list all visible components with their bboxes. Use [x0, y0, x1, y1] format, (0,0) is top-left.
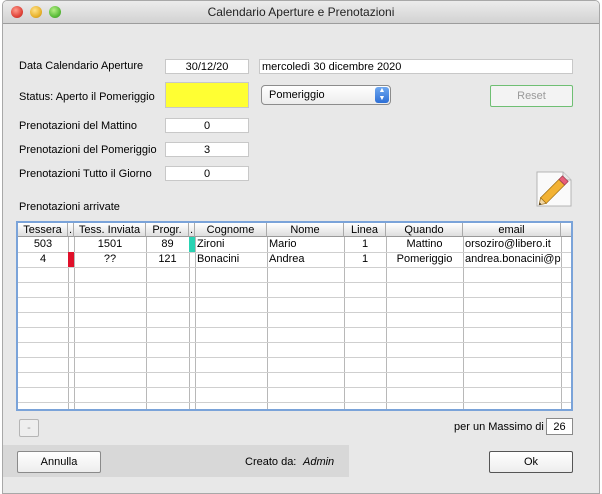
table-row[interactable]: 4 ?? 121 Bonacini Andrea 1 Pomeriggio an… — [18, 252, 571, 267]
small-action-button[interactable]: - — [19, 419, 39, 437]
grid-line — [18, 357, 571, 358]
cell-linea: 1 — [361, 253, 369, 265]
grid-line — [18, 282, 571, 283]
cell-cognome: Bonacini — [197, 253, 240, 265]
col-header-email[interactable]: email — [463, 223, 561, 237]
cell-tessera: 4 — [39, 253, 47, 265]
cell-linea: 1 — [361, 238, 369, 250]
title-bar[interactable]: Calendario Aperture e Prenotazioni — [3, 1, 599, 24]
bookings-table[interactable]: Tessera . Tess. Inviata Progr. . Cognome… — [16, 221, 573, 411]
window-title: Calendario Aperture e Prenotazioni — [207, 5, 395, 19]
period-select-value: Pomeriggio — [269, 89, 325, 101]
col-header-quando[interactable]: Quando — [386, 223, 463, 237]
cell-email: orsoziro@libero.it — [465, 238, 551, 250]
date-field[interactable]: 30/12/20 — [165, 59, 249, 74]
afternoon-label: Prenotazioni del Pomeriggio — [19, 144, 157, 156]
date-label: Data Calendario Aperture — [19, 60, 144, 72]
col-header-nome[interactable]: Nome — [267, 223, 344, 237]
grid-line — [18, 297, 571, 298]
max-field[interactable]: 26 — [546, 418, 573, 435]
cell-quando: Mattino — [406, 238, 443, 250]
col-header-filler — [561, 223, 571, 237]
date-long-field: mercoledì 30 dicembre 2020 — [259, 59, 573, 74]
period-select[interactable]: Pomeriggio ▲ ▼ — [261, 85, 391, 105]
arrived-label: Prenotazioni arrivate — [19, 201, 120, 213]
col-header-inviata[interactable]: Tess. Inviata — [74, 223, 146, 237]
col-header-cognome[interactable]: Cognome — [195, 223, 267, 237]
cell-quando: Pomeriggio — [396, 253, 453, 265]
grid-line — [18, 312, 571, 313]
select-arrows-icon: ▲ ▼ — [375, 87, 389, 103]
status-color-swatch — [165, 82, 249, 108]
cell-cognome: Zironi — [197, 238, 225, 250]
cell-inviata: 1501 — [97, 238, 123, 250]
morning-label: Prenotazioni del Mattino — [19, 120, 138, 132]
allday-label: Prenotazioni Tutto il Giorno — [19, 168, 152, 180]
cell-nome: Mario — [269, 238, 297, 250]
cell-nome: Andrea — [269, 253, 305, 265]
cell-tessera: 503 — [33, 238, 53, 250]
col-header-progr[interactable]: Progr. — [146, 223, 189, 237]
status-label: Status: Aperto il Pomeriggio — [19, 91, 155, 103]
cell-email: andrea.bonacini@pc — [465, 253, 561, 265]
grid-line — [18, 267, 571, 268]
col-header-linea[interactable]: Linea — [344, 223, 386, 237]
edit-pencil-icon[interactable] — [533, 168, 575, 210]
allday-count-field[interactable]: 0 — [165, 166, 249, 181]
created-by-label: Creato da: — [245, 456, 297, 468]
max-label: per un Massimo di — [454, 421, 544, 433]
morning-count-field[interactable]: 0 — [165, 118, 249, 133]
reset-button[interactable]: Reset — [490, 85, 573, 107]
cancel-button[interactable]: Annulla — [17, 451, 101, 473]
col-header-tessera[interactable]: Tessera — [18, 223, 68, 237]
created-by-value: Admin — [303, 456, 335, 468]
main-window: Calendario Aperture e Prenotazioni Data … — [2, 0, 600, 494]
cell-inviata: ?? — [103, 253, 117, 265]
table-row[interactable]: 503 1501 89 Zironi Mario 1 Mattino orsoz… — [18, 237, 571, 252]
grid-line — [18, 327, 571, 328]
grid-line — [18, 387, 571, 388]
grid-line — [18, 372, 571, 373]
grid-line — [18, 402, 571, 403]
cell-progr: 121 — [158, 253, 177, 265]
ok-button[interactable]: Ok — [489, 451, 573, 473]
grid-line — [18, 342, 571, 343]
cell-progr: 89 — [161, 238, 174, 250]
afternoon-count-field[interactable]: 3 — [165, 142, 249, 157]
